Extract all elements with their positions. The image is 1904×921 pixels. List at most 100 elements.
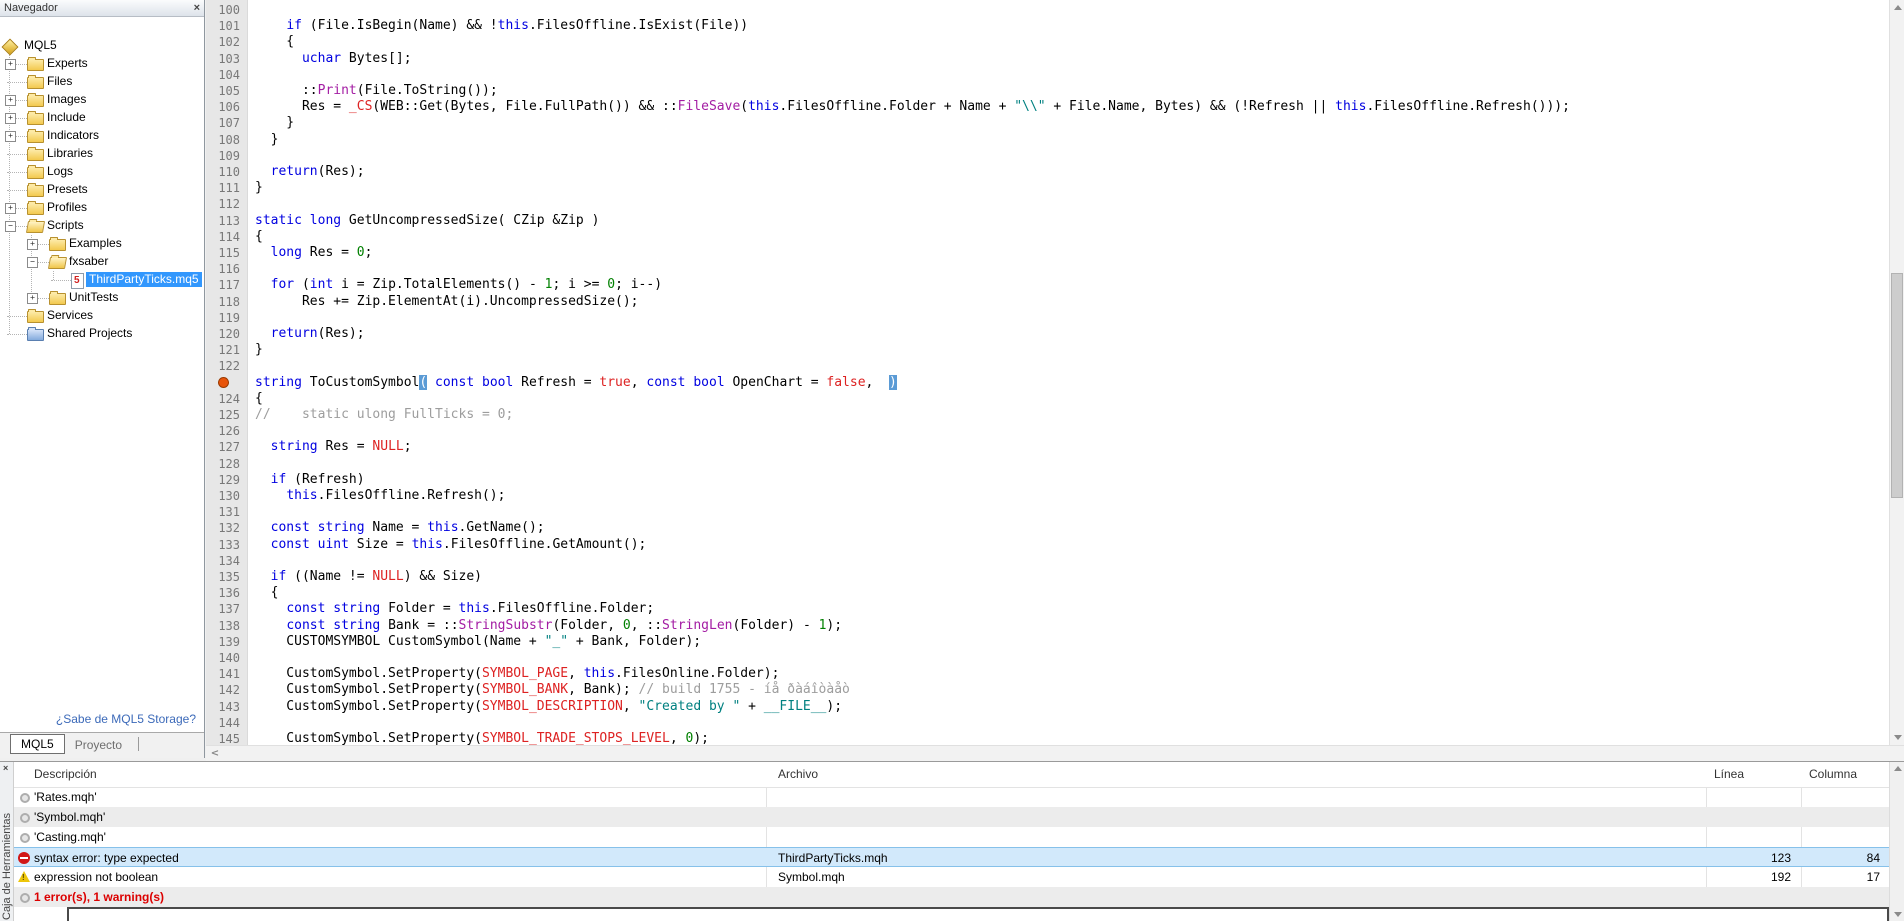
toolbox-tab-label[interactable]: Caja de Herramientas bbox=[1, 813, 13, 920]
tree-item-shared-projects[interactable]: Shared Projects bbox=[0, 325, 204, 343]
scroll-left-icon[interactable]: < bbox=[208, 747, 222, 760]
toolbox-scrollbar[interactable] bbox=[1889, 762, 1904, 921]
code-line[interactable]: 140 bbox=[206, 650, 1889, 666]
code-line[interactable]: 135 if ((Name != NULL) && Size) bbox=[206, 569, 1889, 585]
issue-row[interactable]: 'Rates.mqh' bbox=[14, 787, 1889, 807]
code-line[interactable]: 111} bbox=[206, 180, 1889, 196]
expand-icon[interactable]: + bbox=[5, 131, 16, 142]
issue-row[interactable]: 'Symbol.mqh' bbox=[14, 807, 1889, 827]
column-header-line[interactable]: Línea bbox=[1714, 762, 1792, 786]
tree-item-label[interactable]: fxsaber bbox=[66, 254, 111, 269]
code-line[interactable]: 102 { bbox=[206, 34, 1889, 50]
code-line[interactable]: 107 } bbox=[206, 115, 1889, 131]
code-line[interactable]: 104 bbox=[206, 67, 1889, 83]
code-line[interactable]: 143 CustomSymbol.SetProperty(SYMBOL_DESC… bbox=[206, 699, 1889, 715]
close-icon[interactable]: × bbox=[194, 0, 200, 16]
tree-item-label[interactable]: Files bbox=[44, 74, 75, 89]
issue-row[interactable]: expression not booleanSymbol.mqh19217 bbox=[14, 867, 1889, 887]
code-line[interactable]: 101 if (File.IsBegin(Name) && !this.File… bbox=[206, 18, 1889, 34]
tree-item-unittests[interactable]: + UnitTests bbox=[0, 289, 204, 307]
code-line[interactable]: 125// static ulong FullTicks = 0; bbox=[206, 407, 1889, 423]
expand-icon[interactable]: + bbox=[27, 293, 38, 304]
tree-item-thirdpartyticks-mq5[interactable]: ThirdPartyTicks.mq5 bbox=[0, 271, 204, 289]
code-line[interactable]: 116 bbox=[206, 261, 1889, 277]
code-line[interactable]: 144 bbox=[206, 715, 1889, 731]
code-line[interactable]: 130 this.FilesOffline.Refresh(); bbox=[206, 488, 1889, 504]
code-line[interactable]: 128 bbox=[206, 456, 1889, 472]
expand-icon[interactable]: + bbox=[5, 59, 16, 70]
tree-item-services[interactable]: Services bbox=[0, 307, 204, 325]
scroll-down-icon[interactable] bbox=[1894, 912, 1902, 917]
tree-item-experts[interactable]: +Experts bbox=[0, 55, 204, 73]
error-marker-icon[interactable] bbox=[218, 377, 229, 388]
code-line[interactable]: 112 bbox=[206, 196, 1889, 212]
collapse-icon[interactable]: − bbox=[27, 257, 38, 268]
code-line[interactable]: 108 } bbox=[206, 132, 1889, 148]
tree-item-label[interactable]: Presets bbox=[44, 182, 91, 197]
code-line[interactable]: 109 bbox=[206, 148, 1889, 164]
tab-proyecto[interactable]: Proyecto bbox=[65, 736, 132, 754]
tree-item-logs[interactable]: Logs bbox=[0, 163, 204, 181]
code-line[interactable]: 105 ::Print(File.ToString()); bbox=[206, 83, 1889, 99]
tree-item-images[interactable]: + Images bbox=[0, 91, 204, 109]
code-line[interactable]: 115 long Res = 0; bbox=[206, 245, 1889, 261]
code-line[interactable]: 106 Res = _CS(WEB::Get(Bytes, File.FullP… bbox=[206, 99, 1889, 115]
code-line[interactable]: 136 { bbox=[206, 585, 1889, 601]
code-line[interactable]: 132 const string Name = this.GetName(); bbox=[206, 520, 1889, 536]
code-line[interactable]: 126 bbox=[206, 423, 1889, 439]
tree-item-fxsaber[interactable]: − fxsaber bbox=[0, 253, 204, 271]
code-line[interactable]: 110 return(Res); bbox=[206, 164, 1889, 180]
expand-icon[interactable]: + bbox=[27, 239, 38, 250]
tree-item-label[interactable]: Profiles bbox=[44, 200, 90, 215]
code-editor[interactable]: 100101 if (File.IsBegin(Name) && !this.F… bbox=[206, 0, 1904, 745]
tree-item-label[interactable]: Images bbox=[44, 92, 89, 107]
tree-item-label[interactable]: Services bbox=[44, 308, 96, 323]
column-header-desc[interactable]: Descripción bbox=[34, 762, 748, 786]
tree-item-label[interactable]: MQL5 bbox=[21, 38, 60, 53]
tree-item-files[interactable]: Files bbox=[0, 73, 204, 91]
code-line[interactable]: 118 Res += Zip.ElementAt(i).Uncompressed… bbox=[206, 294, 1889, 310]
code-line[interactable]: 145 CustomSymbol.SetProperty(SYMBOL_TRAD… bbox=[206, 731, 1889, 745]
code-line[interactable]: string ToCustomSymbol( const bool Refres… bbox=[206, 375, 1889, 391]
editor-horizontal-scrollbar[interactable]: < bbox=[206, 745, 1904, 761]
code-line[interactable]: 121} bbox=[206, 342, 1889, 358]
tree-item-label[interactable]: Scripts bbox=[44, 218, 87, 233]
scroll-down-icon[interactable] bbox=[1894, 735, 1902, 740]
tree-item-examples[interactable]: + Examples bbox=[0, 235, 204, 253]
code-line[interactable]: 137 const string Folder = this.FilesOffl… bbox=[206, 601, 1889, 617]
scroll-up-icon[interactable] bbox=[1894, 766, 1902, 771]
editor-vertical-scrollbar[interactable] bbox=[1889, 0, 1904, 745]
collapse-icon[interactable]: − bbox=[5, 221, 16, 232]
tree-item-label[interactable]: Shared Projects bbox=[44, 326, 135, 341]
tree-item-label[interactable]: Examples bbox=[66, 236, 125, 251]
scroll-up-icon[interactable] bbox=[1894, 5, 1902, 10]
code-line[interactable]: 141 CustomSymbol.SetProperty(SYMBOL_PAGE… bbox=[206, 666, 1889, 682]
code-line[interactable]: 103 uchar Bytes[]; bbox=[206, 51, 1889, 67]
tree-item-label[interactable]: UnitTests bbox=[66, 290, 121, 305]
expand-icon[interactable]: + bbox=[5, 203, 16, 214]
scrollbar-thumb[interactable] bbox=[1891, 273, 1903, 498]
code-line[interactable]: 138 const string Bank = ::StringSubstr(F… bbox=[206, 618, 1889, 634]
tree-item-label[interactable]: ThirdPartyTicks.mq5 bbox=[86, 272, 202, 287]
tree-item-label[interactable]: Logs bbox=[44, 164, 76, 179]
column-header-col[interactable]: Columna bbox=[1809, 762, 1881, 786]
code-line[interactable]: 117 for (int i = Zip.TotalElements() - 1… bbox=[206, 277, 1889, 293]
code-line[interactable]: 139 CUSTOMSYMBOL CustomSymbol(Name + "_"… bbox=[206, 634, 1889, 650]
tree-item-indicators[interactable]: +Indicators bbox=[0, 127, 204, 145]
code-line[interactable]: 100 bbox=[206, 2, 1889, 18]
code-line[interactable]: 120 return(Res); bbox=[206, 326, 1889, 342]
close-icon[interactable]: × bbox=[3, 763, 8, 773]
code-line[interactable]: 129 if (Refresh) bbox=[206, 472, 1889, 488]
code-line[interactable]: 124{ bbox=[206, 391, 1889, 407]
code-line[interactable]: 122 bbox=[206, 358, 1889, 374]
code-line[interactable]: 134 bbox=[206, 553, 1889, 569]
tree-item-scripts[interactable]: − Scripts bbox=[0, 217, 204, 235]
issue-row[interactable]: syntax error: type expectedThirdPartyTic… bbox=[14, 847, 1889, 867]
expand-icon[interactable]: + bbox=[5, 95, 16, 106]
summary-row[interactable]: 1 error(s), 1 warning(s) bbox=[14, 887, 1889, 907]
column-header-file[interactable]: Archivo bbox=[778, 762, 1696, 786]
tree-item-profiles[interactable]: + Profiles bbox=[0, 199, 204, 217]
tree-item-mql5[interactable]: MQL5 bbox=[0, 37, 204, 55]
tab-mql5[interactable]: MQL5 bbox=[10, 734, 65, 754]
mql5-storage-link[interactable]: ¿Sabe de MQL5 Storage? bbox=[56, 712, 196, 726]
